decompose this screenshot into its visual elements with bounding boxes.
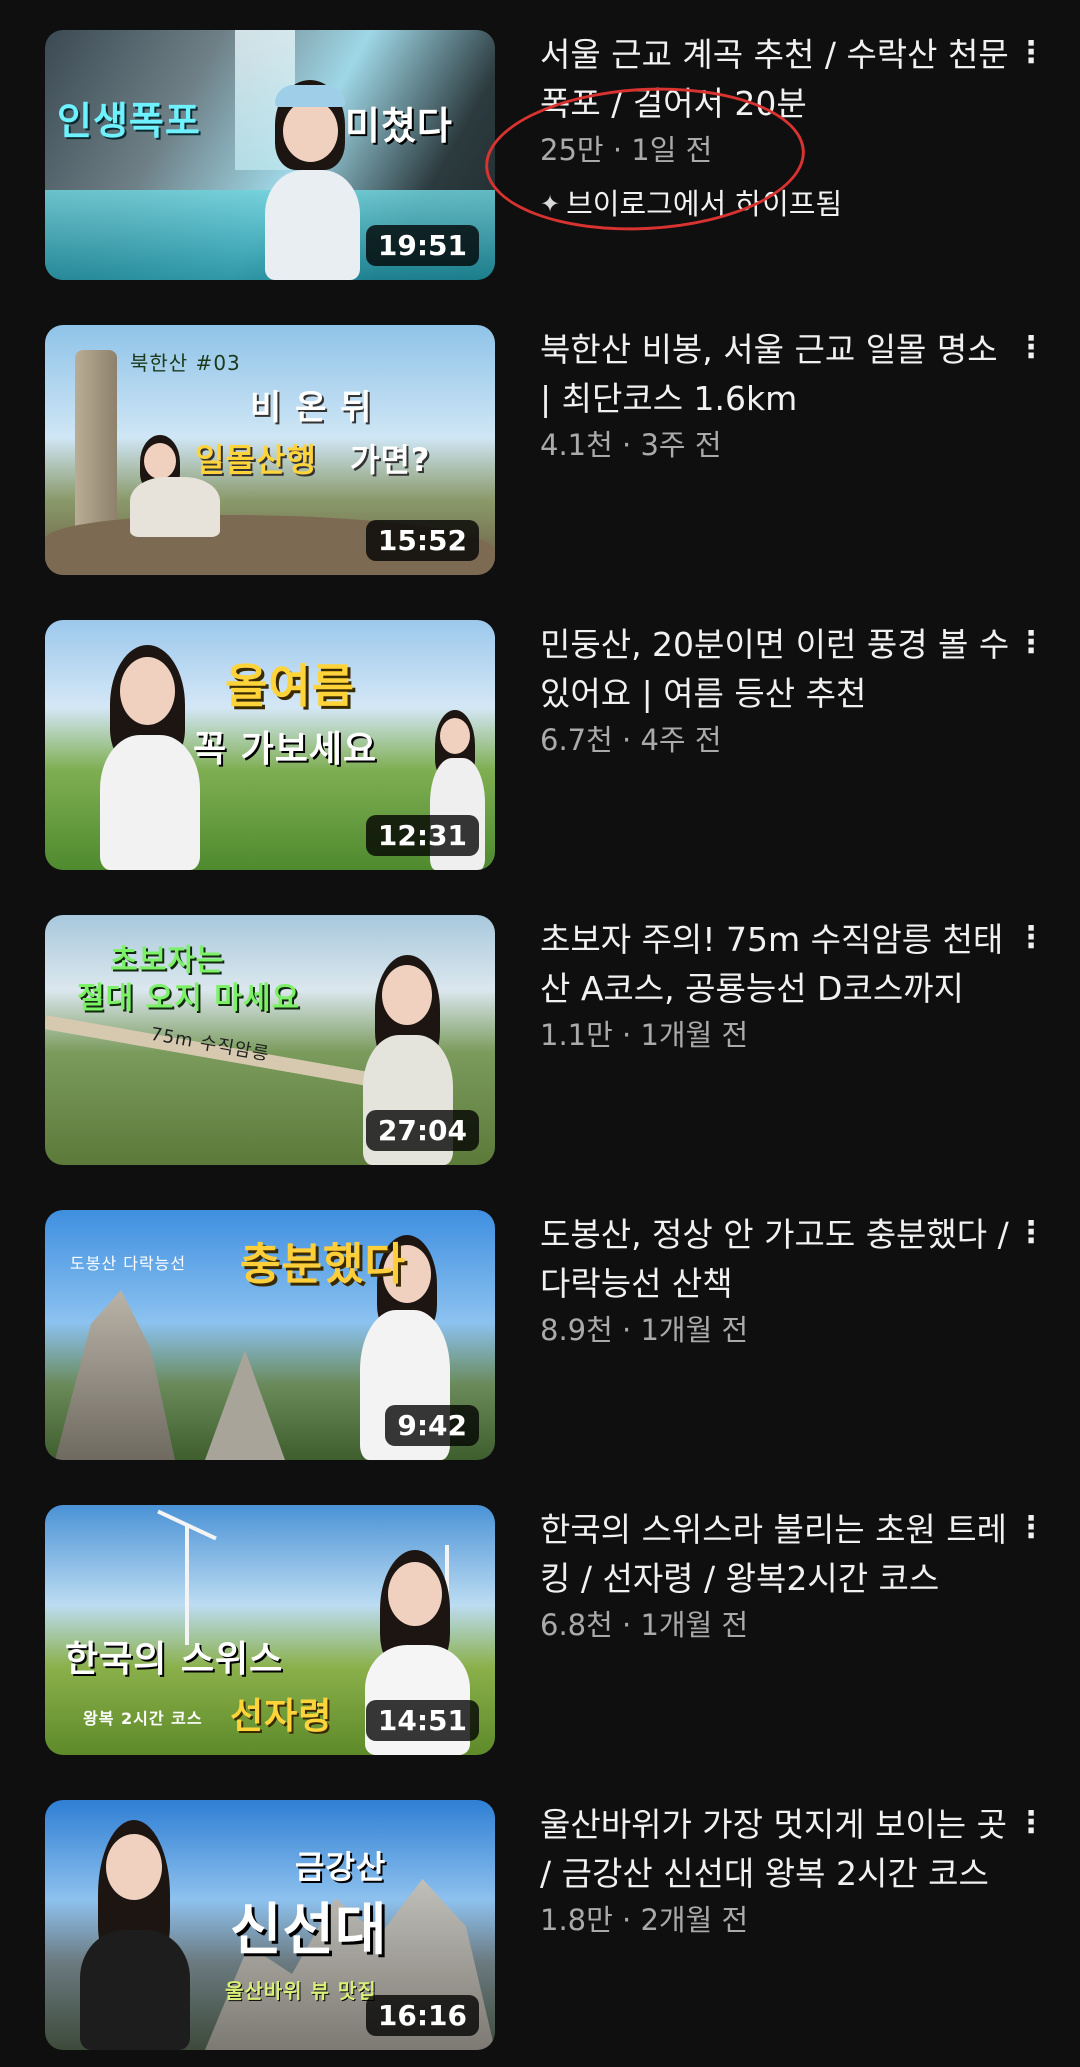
upload-age: 4주 전 xyxy=(640,723,722,757)
video-title[interactable]: 북한산 비봉, 서울 근교 일몰 명소 | 최단코스 1.6km xyxy=(540,325,1010,423)
video-thumbnail[interactable]: 북한산 #03 비 온 뒤 일몰산행 가면? 15:52 xyxy=(45,325,495,575)
video-info: 한국의 스위스라 불리는 초원 트레킹 / 선자령 / 왕복2시간 코스 6.8… xyxy=(540,1505,1010,1647)
vertical-more-icon[interactable]: ⋮ xyxy=(1010,1808,1050,1848)
video-info: 민둥산, 20분이면 이런 풍경 볼 수 있어요 | 여름 등산 추천 6.7천… xyxy=(540,620,1010,762)
thumbnail-overlay-text: 도봉산 다락능선 xyxy=(70,1254,187,1273)
meta-separator: · xyxy=(622,428,641,462)
video-meta: 1.8만 · 2개월 전 xyxy=(540,1898,1010,1942)
video-thumbnail[interactable]: 올여름 꼭 가보세요 12:31 xyxy=(45,620,495,870)
video-item[interactable]: 북한산 #03 비 온 뒤 일몰산행 가면? 15:52 북한산 비봉, 서울 … xyxy=(0,325,1080,585)
vertical-more-icon[interactable]: ⋮ xyxy=(1010,38,1050,78)
hype-badge: ✦ 브이로그에서 하이프됨 xyxy=(540,184,1010,224)
thumbnail-overlay-text: 충분했다 xyxy=(240,1239,406,1290)
duration-badge: 19:51 xyxy=(365,225,479,266)
thumbnail-overlay-text: 인생폭포 xyxy=(57,99,201,143)
video-title[interactable]: 한국의 스위스라 불리는 초원 트레킹 / 선자령 / 왕복2시간 코스 xyxy=(540,1505,1010,1603)
video-title[interactable]: 도봉산, 정상 안 가고도 충분했다 / 다락능선 산책 xyxy=(540,1210,1010,1308)
video-meta: 25만 · 1일 전 xyxy=(540,128,1010,172)
video-item[interactable]: 한국의 스위스 왕복 2시간 코스 선자령 14:51 한국의 스위스라 불리는… xyxy=(0,1505,1080,1765)
video-thumbnail[interactable]: 한국의 스위스 왕복 2시간 코스 선자령 14:51 xyxy=(45,1505,495,1755)
video-thumbnail[interactable]: 도봉산 다락능선 충분했다 9:42 xyxy=(45,1210,495,1460)
upload-age: 1일 전 xyxy=(631,133,713,167)
video-thumbnail[interactable]: 금강산 신선대 울산바위 뷰 맛집 16:16 xyxy=(45,1800,495,2050)
video-info: 북한산 비봉, 서울 근교 일몰 명소 | 최단코스 1.6km 4.1천 · … xyxy=(540,325,1010,467)
view-count: 6.8천 xyxy=(540,1608,613,1642)
view-count: 25만 xyxy=(540,133,604,167)
video-meta: 1.1만 · 1개월 전 xyxy=(540,1013,1010,1057)
thumbnail-overlay-text: 절대 오지 마세요 xyxy=(77,981,301,1016)
video-thumbnail[interactable]: 인생폭포 미쳤다 19:51 xyxy=(45,30,495,280)
video-item[interactable]: 초보자는 절대 오지 마세요 75m 수직암릉 27:04 초보자 주의! 75… xyxy=(0,915,1080,1175)
video-item[interactable]: 올여름 꼭 가보세요 12:31 민둥산, 20분이면 이런 풍경 볼 수 있어… xyxy=(0,620,1080,880)
thumbnail-overlay-text: 금강산 xyxy=(295,1848,387,1886)
video-meta: 8.9천 · 1개월 전 xyxy=(540,1308,1010,1352)
video-title[interactable]: 서울 근교 계곡 추천 / 수락산 천문폭포 / 걸어서 20분 xyxy=(540,30,1010,128)
vertical-more-icon[interactable]: ⋮ xyxy=(1010,1513,1050,1553)
upload-age: 2개월 전 xyxy=(640,1903,749,1937)
thumbnail-overlay-text: 선자령 xyxy=(230,1696,333,1737)
view-count: 8.9천 xyxy=(540,1313,613,1347)
video-feed: 인생폭포 미쳤다 19:51 서울 근교 계곡 추천 / 수락산 천문폭포 / … xyxy=(0,0,1080,2067)
sparkle-icon: ✦ xyxy=(540,190,561,218)
vertical-more-icon[interactable]: ⋮ xyxy=(1010,923,1050,963)
duration-badge: 12:31 xyxy=(365,815,479,856)
thumbnail-overlay-text: 미쳤다 xyxy=(345,104,453,148)
video-title[interactable]: 울산바위가 가장 멋지게 보이는 곳 / 금강산 신선대 왕복 2시간 코스 xyxy=(540,1800,1010,1898)
duration-badge: 15:52 xyxy=(365,520,479,561)
thumbnail-overlay-text: 울산바위 뷰 맛집 xyxy=(225,1979,377,2003)
thumbnail-overlay-text: 일몰산행 xyxy=(195,441,317,479)
duration-badge: 14:51 xyxy=(365,1700,479,1741)
thumbnail-overlay-text: 신선대 xyxy=(230,1898,388,1963)
vertical-more-icon[interactable]: ⋮ xyxy=(1010,1218,1050,1258)
meta-separator: · xyxy=(612,133,632,167)
video-info: 초보자 주의! 75m 수직암릉 천태산 A코스, 공룡능선 D코스까지 1.1… xyxy=(540,915,1010,1057)
video-meta: 4.1천 · 3주 전 xyxy=(540,423,1010,467)
video-meta: 6.8천 · 1개월 전 xyxy=(540,1603,1010,1647)
upload-age: 1개월 전 xyxy=(640,1313,749,1347)
video-thumbnail[interactable]: 초보자는 절대 오지 마세요 75m 수직암릉 27:04 xyxy=(45,915,495,1165)
video-info: 서울 근교 계곡 추천 / 수락산 천문폭포 / 걸어서 20분 25만 · 1… xyxy=(540,30,1010,224)
duration-badge: 9:42 xyxy=(385,1405,479,1446)
vertical-more-icon[interactable]: ⋮ xyxy=(1010,628,1050,668)
video-title[interactable]: 민둥산, 20분이면 이런 풍경 볼 수 있어요 | 여름 등산 추천 xyxy=(540,620,1010,718)
meta-separator: · xyxy=(622,1313,641,1347)
thumbnail-overlay-text: 북한산 #03 xyxy=(130,351,241,375)
meta-separator: · xyxy=(622,1608,641,1642)
video-title[interactable]: 초보자 주의! 75m 수직암릉 천태산 A코스, 공룡능선 D코스까지 xyxy=(540,915,1010,1013)
view-count: 4.1천 xyxy=(540,428,613,462)
view-count: 1.8만 xyxy=(540,1903,613,1937)
video-item[interactable]: 인생폭포 미쳤다 19:51 서울 근교 계곡 추천 / 수락산 천문폭포 / … xyxy=(0,30,1080,290)
upload-age: 1개월 전 xyxy=(640,1608,749,1642)
upload-age: 3주 전 xyxy=(640,428,722,462)
thumbnail-overlay-text: 왕복 2시간 코스 xyxy=(83,1709,203,1728)
hype-badge-label: 브이로그에서 하이프됨 xyxy=(566,187,843,221)
meta-separator: · xyxy=(622,1018,641,1052)
thumbnail-overlay-text: 꼭 가보세요 xyxy=(193,729,378,770)
upload-age: 1개월 전 xyxy=(640,1018,749,1052)
video-item[interactable]: 도봉산 다락능선 충분했다 9:42 도봉산, 정상 안 가고도 충분했다 / … xyxy=(0,1210,1080,1470)
meta-separator: · xyxy=(622,723,641,757)
person-illustration xyxy=(60,1820,210,2050)
thumbnail-overlay-text: 한국의 스위스 xyxy=(65,1639,284,1680)
thumbnail-overlay-text: 비 온 뒤 xyxy=(250,388,373,428)
duration-badge: 16:16 xyxy=(365,1995,479,2036)
thumbnail-overlay-text: 가면? xyxy=(350,441,431,479)
video-item[interactable]: 금강산 신선대 울산바위 뷰 맛집 16:16 울산바위가 가장 멋지게 보이는… xyxy=(0,1800,1080,2060)
meta-separator: · xyxy=(622,1903,641,1937)
video-meta: 6.7천 · 4주 전 xyxy=(540,718,1010,762)
view-count: 1.1만 xyxy=(540,1018,613,1052)
video-info: 도봉산, 정상 안 가고도 충분했다 / 다락능선 산책 8.9천 · 1개월 … xyxy=(540,1210,1010,1352)
vertical-more-icon[interactable]: ⋮ xyxy=(1010,333,1050,373)
video-info: 울산바위가 가장 멋지게 보이는 곳 / 금강산 신선대 왕복 2시간 코스 1… xyxy=(540,1800,1010,1942)
view-count: 6.7천 xyxy=(540,723,613,757)
duration-badge: 27:04 xyxy=(365,1110,479,1151)
thumbnail-overlay-text: 올여름 xyxy=(225,659,355,713)
